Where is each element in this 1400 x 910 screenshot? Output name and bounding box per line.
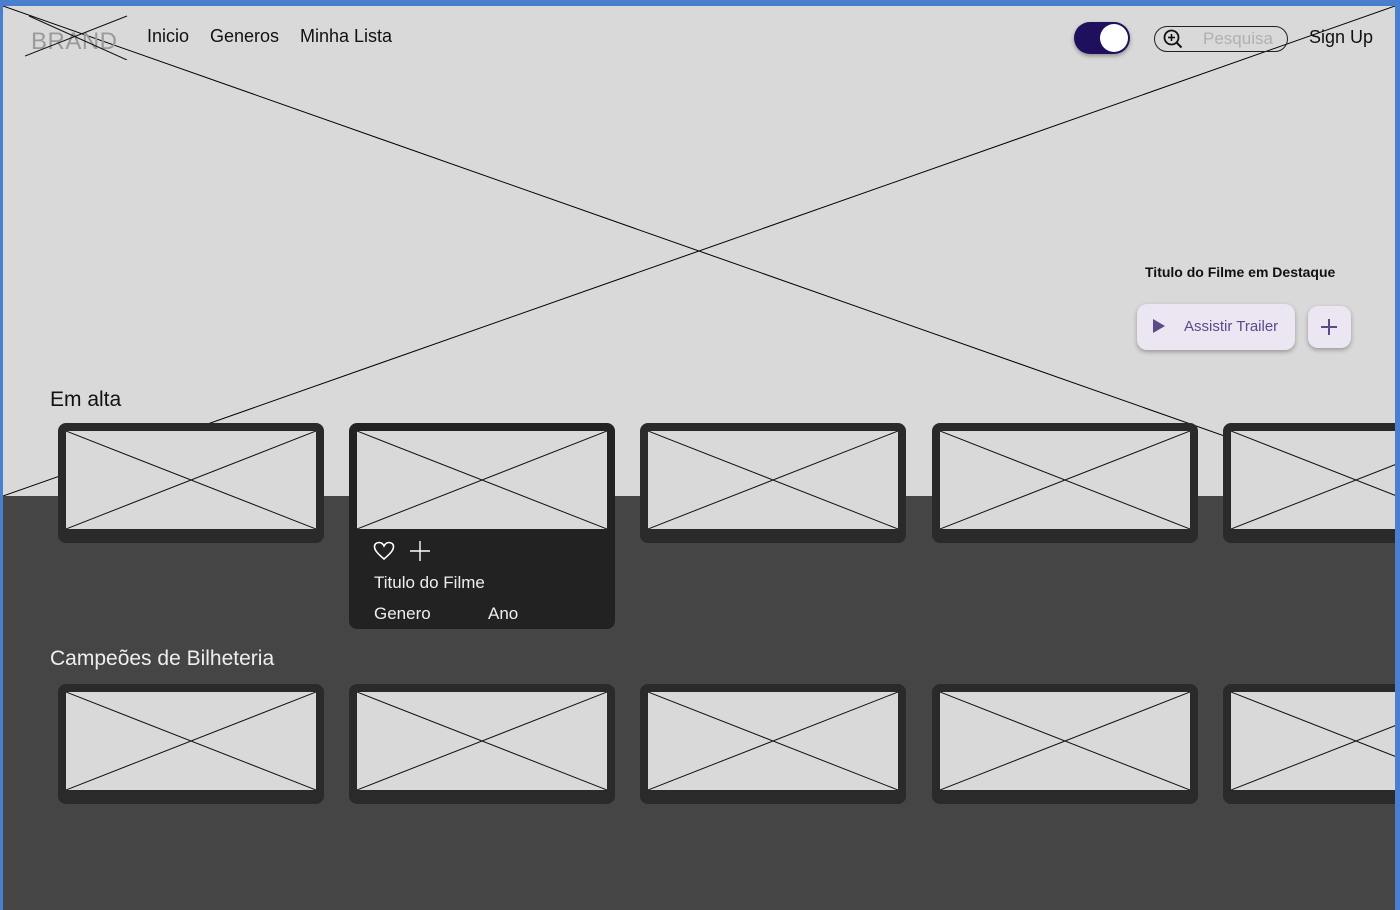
movie-card[interactable] <box>1223 684 1395 804</box>
add-to-list-button[interactable] <box>1308 306 1351 348</box>
movie-thumbnail <box>940 692 1190 790</box>
movie-card[interactable] <box>640 684 906 804</box>
search-placeholder: Pesquisa <box>1203 29 1273 48</box>
movie-card-expanded[interactable]: Titulo do Filme Genero Ano <box>349 423 615 629</box>
watch-trailer-label: Assistir Trailer <box>1184 318 1279 335</box>
movie-thumbnail <box>1231 692 1395 790</box>
nav-link-inicio[interactable]: Inicio <box>147 26 189 47</box>
movie-card[interactable] <box>932 423 1198 543</box>
brand-logo[interactable]: BRAND <box>25 14 129 60</box>
movie-card[interactable] <box>58 423 324 543</box>
movie-thumbnail <box>66 431 316 529</box>
movie-thumbnail <box>648 431 898 529</box>
signup-link[interactable]: Sign Up <box>1309 27 1373 48</box>
nav-link-generos[interactable]: Generos <box>210 26 279 47</box>
theme-toggle[interactable] <box>1074 22 1130 54</box>
movie-card[interactable] <box>58 684 324 804</box>
page-frame: BRAND Inicio Generos Minha Lista Pesquis… <box>3 6 1395 910</box>
toggle-knob <box>1100 24 1128 52</box>
movie-card[interactable] <box>1223 423 1395 543</box>
movie-genre: Genero <box>374 604 431 623</box>
nav-link-minha-lista[interactable]: Minha Lista <box>300 26 392 47</box>
plus-icon[interactable] <box>409 540 431 562</box>
movie-card[interactable] <box>932 684 1198 804</box>
play-icon <box>1153 319 1165 333</box>
movie-card[interactable] <box>349 684 615 804</box>
section-title-campeoes: Campeões de Bilheteria <box>50 647 275 670</box>
zoom-in-icon <box>1163 29 1183 49</box>
movie-thumbnail <box>940 431 1190 529</box>
logo-placeholder-icon <box>25 15 128 60</box>
section-title-em-alta: Em alta <box>50 388 122 411</box>
movie-card-info: Titulo do Filme Genero Ano <box>349 529 615 629</box>
plus-icon <box>1321 319 1337 335</box>
movie-card[interactable] <box>640 423 906 543</box>
search-box[interactable]: Pesquisa <box>1154 26 1288 52</box>
movie-year: Ano <box>488 604 519 623</box>
movie-title: Titulo do Filme <box>374 573 485 592</box>
movie-thumbnail <box>66 692 316 790</box>
navbar: BRAND Inicio Generos Minha Lista Pesquis… <box>3 6 1395 70</box>
movie-thumbnail <box>357 431 607 529</box>
featured-title: Titulo do Filme em Destaque <box>1145 264 1336 280</box>
movie-thumbnail <box>357 692 607 790</box>
movie-thumbnail <box>648 692 898 790</box>
heart-icon[interactable] <box>373 541 395 561</box>
watch-trailer-button[interactable]: Assistir Trailer <box>1137 304 1295 350</box>
movie-thumbnail <box>1231 431 1395 529</box>
